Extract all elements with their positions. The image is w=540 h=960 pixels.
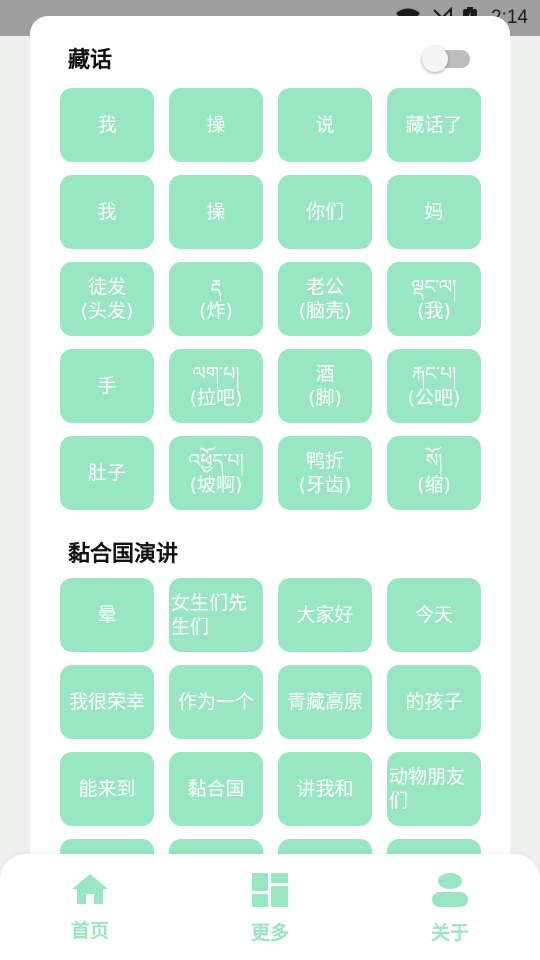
phrase-button[interactable]: 今天 <box>387 578 481 652</box>
phrase-button[interactable]: 妈 <box>387 175 481 249</box>
phrase-button[interactable]: 讲我和 <box>278 752 372 826</box>
phrase-button[interactable]: 能来到 <box>60 752 154 826</box>
nav-label: 关于 <box>430 922 469 944</box>
home-icon <box>72 874 108 904</box>
phrase-button[interactable]: 动物朋友 们 <box>387 752 481 826</box>
zanghua-toggle[interactable] <box>422 46 470 72</box>
grid-icon <box>252 873 288 907</box>
content-card[interactable]: 藏话 我 操 说 藏话了 我 操 你们 妈 徒发 (头发) རྡ (炸) 老公 … <box>30 16 510 876</box>
phrase-button[interactable]: ལག་པ། (拉吧) <box>169 349 263 423</box>
phrase-button[interactable]: 鸭折 (牙齿) <box>278 436 372 510</box>
phrase-button[interactable]: སོ། (缩) <box>387 436 481 510</box>
person-icon <box>432 873 468 907</box>
phrase-button[interactable]: རྐང་པ། (公吧) <box>387 349 481 423</box>
phrase-button[interactable]: 我 <box>60 175 154 249</box>
phrase-button[interactable]: ལྡང་ལ། (我) <box>387 262 481 336</box>
phrase-button[interactable]: 我很荣幸 <box>60 665 154 739</box>
phrase-button[interactable]: 酒 (脚) <box>278 349 372 423</box>
nav-item-home[interactable]: 首页 <box>50 872 130 943</box>
phrase-button[interactable]: 操 <box>169 175 263 249</box>
toggle-thumb <box>422 46 448 72</box>
phrase-button[interactable]: 老公 (脑壳) <box>278 262 372 336</box>
phrase-button[interactable]: 青藏高原 <box>278 665 372 739</box>
nav-item-about[interactable]: 关于 <box>410 872 490 945</box>
nav-item-more[interactable]: 更多 <box>230 872 310 945</box>
section-title: 黏合国演讲 <box>68 542 179 567</box>
phrase-button[interactable]: 徒发 (头发) <box>60 262 154 336</box>
phrase-button[interactable]: འཕྱོད་པ། (坡啊) <box>169 436 263 510</box>
phrase-button[interactable]: 女生们先 生们 <box>169 578 263 652</box>
phrase-button[interactable]: 肚子 <box>60 436 154 510</box>
phrase-button[interactable]: 晕 <box>60 578 154 652</box>
phrase-button[interactable]: 你们 <box>278 175 372 249</box>
phrase-button[interactable]: 的孩子 <box>387 665 481 739</box>
phrase-button[interactable]: 手 <box>60 349 154 423</box>
bottom-navigation: 首页 更多 关于 <box>0 854 540 960</box>
phrase-button[interactable]: 作为一个 <box>169 665 263 739</box>
zanghua-button-grid: 我 操 说 藏话了 我 操 你们 妈 徒发 (头发) རྡ (炸) 老公 (脑壳… <box>30 88 510 510</box>
phrase-button[interactable]: 操 <box>169 88 263 162</box>
phrase-button[interactable]: 黏合国 <box>169 752 263 826</box>
nav-label: 更多 <box>250 922 289 944</box>
phrase-button[interactable]: རྡ (炸) <box>169 262 263 336</box>
section-header-zanghua: 藏话 <box>30 36 510 80</box>
speech-button-grid: 晕 女生们先 生们 大家好 今天 我很荣幸 作为一个 青藏高原 的孩子 能来到 … <box>30 578 510 876</box>
phrase-button[interactable]: 大家好 <box>278 578 372 652</box>
phrase-button[interactable]: 我 <box>60 88 154 162</box>
nav-label: 首页 <box>70 920 109 942</box>
phrase-button[interactable]: 说 <box>278 88 372 162</box>
section-header-speech: 黏合国演讲 <box>30 530 510 574</box>
phrase-button[interactable]: 藏话了 <box>387 88 481 162</box>
section-title: 藏话 <box>68 48 113 73</box>
